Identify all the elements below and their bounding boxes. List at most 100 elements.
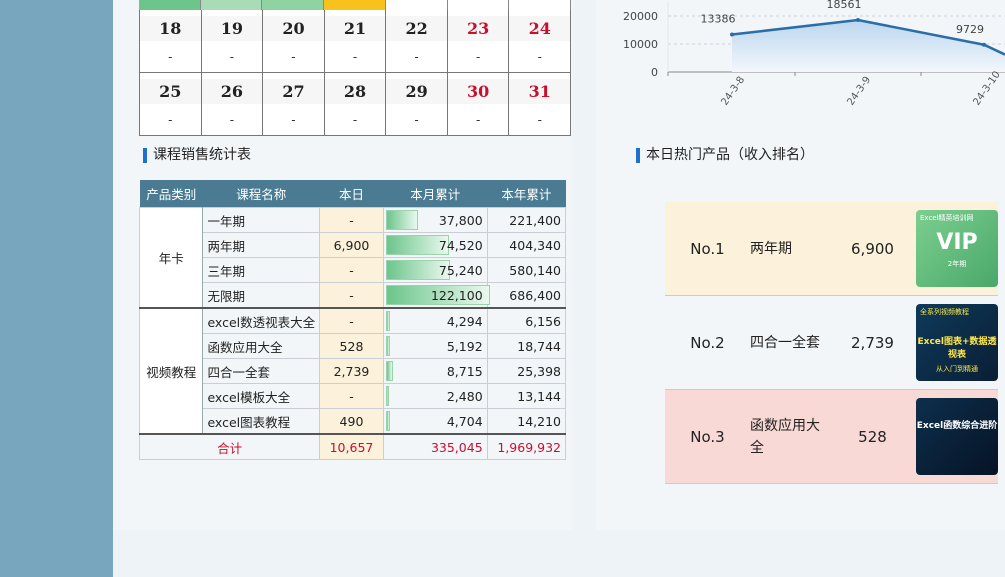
thumbnail-sub-text: 2年期 [947, 260, 967, 268]
course-name: excel数透视表大全 [202, 307, 321, 334]
hot-product-value: 2,739 [851, 333, 894, 352]
thumbnail-sub-text: 从入门到精通 [936, 365, 978, 373]
month-sales: 5,192 [382, 333, 488, 359]
sales-row: 年卡 一年期 -37,800 221,400 [138, 207, 567, 309]
calendar-day-cell[interactable]: 24 - [509, 10, 572, 73]
calendar-day-cell[interactable]: 20 - [263, 10, 325, 73]
today-sales: - [319, 257, 384, 283]
calendar-day-value: - [229, 113, 235, 127]
year-sales: 686,400 [486, 282, 567, 309]
month-sales-bar [385, 210, 418, 230]
calendar-day-number: 18 [140, 16, 201, 41]
hot-product-card[interactable]: No.2 四合一全套 2,739 全系列视频教程 Excel图表+数据透视表 从入门到精通 [665, 296, 998, 390]
sales-column-header: 本年累计 [487, 180, 566, 208]
month-sales-bar [385, 336, 390, 356]
month-sales: 75,240 [382, 257, 488, 283]
calendar-day-number: 26 [201, 79, 263, 104]
course-name: 四合一全套 [202, 358, 321, 384]
month-sales: 74,520 [382, 232, 488, 258]
course-name: excel图表教程 [202, 408, 321, 435]
hot-product-thumbnail: Excel精英培训网 VIP 2年期 [916, 210, 998, 287]
hot-product-thumbnail: Excel函数综合进阶 [916, 398, 998, 475]
chart-y-tick: 10000 [623, 38, 658, 51]
sales-table-title: 课程销售统计表 [143, 146, 251, 164]
month-sales-value: 75,240 [438, 262, 483, 278]
calendar-prev-row-cell [385, 0, 448, 10]
calendar-day-cell[interactable]: 25 - [139, 73, 202, 136]
hot-products-title: 本日热门产品（收入排名） [636, 146, 814, 164]
calendar-day-value: - [537, 113, 542, 127]
calendar-day-value: - [352, 50, 358, 64]
calendar-day-value: - [352, 113, 358, 127]
calendar-day-number: 20 [263, 16, 324, 41]
month-sales-value: 37,800 [438, 212, 483, 228]
calendar-prev-row-cell [139, 0, 201, 10]
month-sales: 4,294 [382, 307, 488, 334]
today-sales: 528 [319, 333, 384, 359]
sales-row: 函数应用大全 528 5,192 18,744 [140, 333, 567, 359]
chart-y-tick: 20000 [623, 10, 658, 23]
calendar-day-cell[interactable]: 21 - [324, 10, 387, 73]
course-name: 函数应用大全 [202, 333, 321, 359]
calendar-day-cell[interactable]: 31 - [509, 73, 572, 136]
thumbnail-sub-text [916, 431, 998, 435]
calendar-day-number: 22 [386, 16, 447, 41]
course-name: 三年期 [202, 257, 321, 283]
month-sales-bar [385, 311, 390, 331]
calendar-day-value: - [476, 113, 481, 127]
course-name: 无限期 [202, 282, 321, 309]
sales-row: 三年期 - 75,240 580,140 [140, 257, 567, 283]
sales-column-header: 本日 [319, 180, 384, 208]
calendar-day-number: 24 [509, 16, 571, 41]
total-month: 335,045 [382, 433, 488, 460]
thumbnail-main-text: VIP [936, 230, 978, 255]
thumbnail-main-text: Excel图表+数据透视表 [917, 337, 997, 360]
course-name: 一年期 [202, 207, 321, 233]
calendar-day-cell[interactable]: 29 - [386, 73, 448, 136]
hot-product-name: 两年期 [750, 240, 792, 257]
calendar-day-cell[interactable]: 26 - [201, 73, 264, 136]
sales-row: 两年期 6,900 74,520 404,340 [140, 232, 567, 258]
calendar-day-cell[interactable]: 30 - [447, 73, 510, 136]
chart-x-tick: 24-3-9 [845, 75, 873, 108]
calendar-day-value: - [414, 113, 419, 127]
month-sales-value: 74,520 [438, 237, 483, 253]
year-sales: 6,156 [486, 307, 567, 334]
sales-category: 年卡 [138, 207, 204, 309]
calendar-day-cell[interactable]: 22 - [386, 10, 448, 73]
sales-table-header: 产品类别 课程名称 本日 本月累计 本年累计 [139, 180, 566, 208]
course-name: excel模板大全 [202, 383, 321, 409]
sales-row: excel模板大全 - 2,480 13,144 [140, 383, 567, 409]
total-year: 1,969,932 [486, 433, 567, 460]
hot-product-value: 6,900 [851, 239, 894, 258]
total-today: 10,657 [319, 433, 384, 460]
sales-row: excel图表教程 490 4,704 14,210 [140, 408, 567, 435]
sales-column-header: 本月累计 [383, 180, 488, 208]
calendar-day-cell[interactable]: 18 - [139, 10, 202, 73]
month-sales-bar [385, 386, 389, 406]
today-sales: - [319, 207, 384, 233]
calendar-prev-row-cell [447, 0, 510, 10]
calendar-day-cell[interactable]: 19 - [201, 10, 264, 73]
hot-product-card[interactable]: No.1 两年期 6,900 Excel精英培训网 VIP 2年期 [665, 202, 998, 296]
sales-row: 无限期 - 122,100 686,400 [140, 282, 567, 309]
hot-product-card[interactable]: No.3 函数应用大全 528 Excel函数综合进阶 [665, 390, 998, 484]
year-sales: 580,140 [486, 257, 567, 283]
calendar-day-value: - [229, 50, 235, 64]
calendar-day-number: 31 [509, 79, 571, 104]
hot-product-rank: No.3 [690, 427, 725, 446]
calendar-day-cell[interactable]: 28 - [324, 73, 387, 136]
total-label: 合计 [138, 433, 321, 460]
calendar-day-value: - [476, 50, 481, 64]
calendar-day-cell[interactable]: 23 - [447, 10, 510, 73]
today-sales: 6,900 [319, 232, 384, 258]
month-sales-value: 4,294 [446, 313, 483, 329]
today-sales: 2,739 [319, 358, 384, 384]
month-sales-value: 8,715 [446, 363, 483, 379]
calendar-day-cell[interactable]: 27 - [263, 73, 325, 136]
course-name: 两年期 [202, 232, 321, 258]
calendar-top-strip [139, 0, 572, 10]
hot-product-rank: No.2 [690, 333, 725, 352]
calendar-day-number: 29 [386, 79, 447, 104]
chart-data-label: 9729 [956, 23, 984, 36]
